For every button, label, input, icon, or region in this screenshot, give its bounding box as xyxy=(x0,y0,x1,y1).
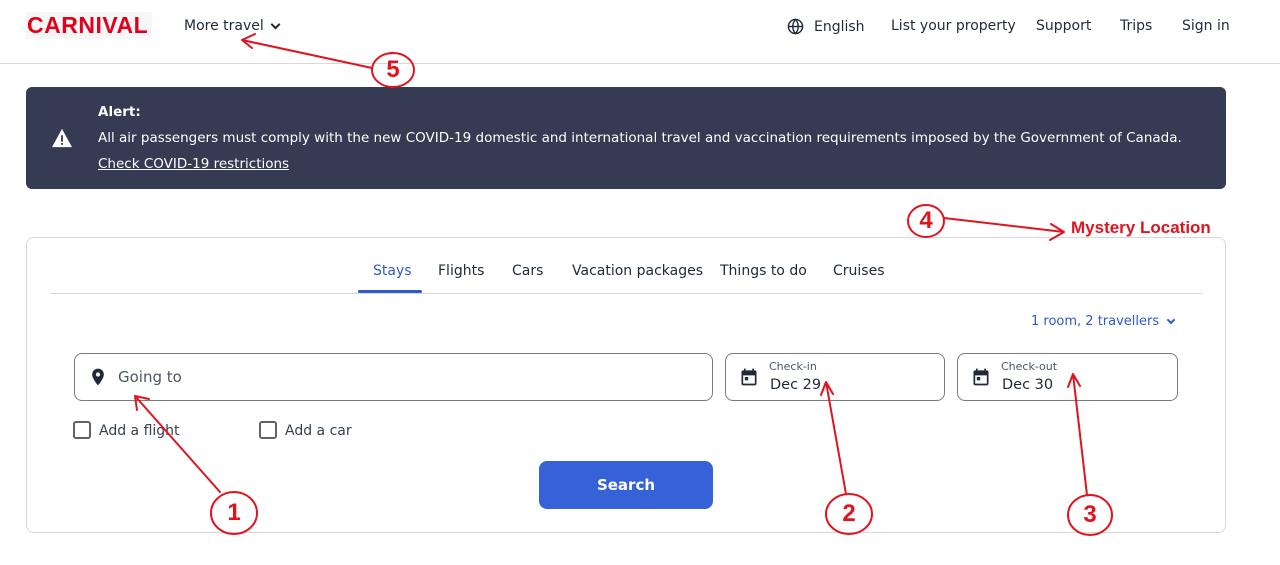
calendar-icon xyxy=(973,368,989,386)
check-in-value: Dec 29 xyxy=(770,377,822,393)
annotation-number-1: 1 xyxy=(227,499,241,526)
alert-message: All air passengers must comply with the … xyxy=(98,130,1182,146)
going-to-input[interactable]: Going to xyxy=(74,353,713,401)
chevron-down-icon xyxy=(1166,315,1176,324)
globe-icon xyxy=(787,18,804,35)
tab-things-to-do[interactable]: Things to do xyxy=(720,263,807,279)
search-button[interactable]: Search xyxy=(539,461,713,509)
chevron-down-icon xyxy=(270,19,281,29)
warning-icon xyxy=(52,128,72,148)
tab-flights[interactable]: Flights xyxy=(438,263,484,279)
check-out-label: Check-out xyxy=(1001,360,1058,373)
travellers-label: 1 room, 2 travellers xyxy=(1031,314,1160,329)
annotation-number-4: 4 xyxy=(919,207,933,234)
check-out-value: Dec 30 xyxy=(1002,377,1054,393)
trips-link[interactable]: Trips xyxy=(1120,18,1152,34)
tab-cruises[interactable]: Cruises xyxy=(833,263,885,279)
check-in-label: Check-in xyxy=(769,360,817,373)
annotation-number-2: 2 xyxy=(842,500,856,527)
more-travel-menu[interactable]: More travel xyxy=(184,18,281,34)
mystery-location-annotation: Mystery Location xyxy=(1071,218,1211,237)
calendar-icon xyxy=(741,368,757,386)
tab-stays[interactable]: Stays xyxy=(373,263,412,279)
list-property-link[interactable]: List your property xyxy=(891,18,1016,34)
add-flight-checkbox[interactable] xyxy=(73,421,91,439)
travellers-selector[interactable]: 1 room, 2 travellers xyxy=(1031,314,1176,329)
language-label: English xyxy=(814,18,865,35)
tab-vacation-packages[interactable]: Vacation packages xyxy=(572,263,703,279)
add-car-label: Add a car xyxy=(285,423,352,439)
covid-restrictions-link[interactable]: Check COVID-19 restrictions xyxy=(98,156,289,172)
active-tab-indicator xyxy=(358,290,422,293)
language-selector[interactable]: English xyxy=(787,18,865,35)
top-header: CARNIVAL More travel English List your p… xyxy=(0,0,1280,64)
add-car-checkbox[interactable] xyxy=(259,421,277,439)
annotation-number-5: 5 xyxy=(386,56,400,83)
tabs-divider xyxy=(50,293,1202,294)
location-pin-icon xyxy=(92,368,104,386)
alert-title: Alert: xyxy=(98,104,141,120)
carnival-logo[interactable]: CARNIVAL xyxy=(25,12,152,39)
support-link[interactable]: Support xyxy=(1036,18,1091,34)
tab-cars[interactable]: Cars xyxy=(512,263,543,279)
annotation-number-3: 3 xyxy=(1083,501,1097,528)
more-travel-label: More travel xyxy=(184,18,264,34)
sign-in-link[interactable]: Sign in xyxy=(1182,18,1230,34)
add-flight-label: Add a flight xyxy=(99,423,180,439)
check-in-date-field[interactable]: Check-in Dec 29 xyxy=(725,353,945,401)
check-out-date-field[interactable]: Check-out Dec 30 xyxy=(957,353,1178,401)
going-to-placeholder: Going to xyxy=(118,368,182,386)
